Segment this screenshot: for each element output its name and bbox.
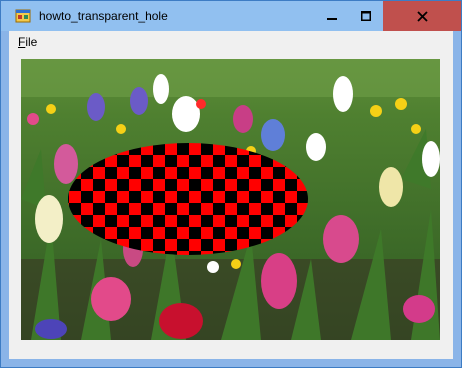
maximize-button[interactable] xyxy=(349,1,383,31)
client-area: File xyxy=(9,31,453,359)
close-button[interactable] xyxy=(383,1,461,31)
window-title: howto_transparent_hole xyxy=(39,9,168,23)
minimize-icon xyxy=(327,18,337,20)
maximize-icon xyxy=(361,11,371,21)
picture-box[interactable] xyxy=(21,59,440,340)
app-window: howto_transparent_hole File xyxy=(0,0,462,368)
form-app-icon xyxy=(15,9,31,23)
menu-bar: File xyxy=(9,31,453,53)
transparent-hole-ellipse xyxy=(68,143,308,255)
menu-item-file-label: ile xyxy=(25,35,38,49)
flower-photo xyxy=(21,59,440,340)
menu-item-file[interactable]: File xyxy=(15,34,40,50)
form-bottom-area xyxy=(9,343,453,359)
title-bar[interactable]: howto_transparent_hole xyxy=(1,1,461,31)
close-icon xyxy=(416,10,428,22)
minimize-button[interactable] xyxy=(315,1,349,31)
